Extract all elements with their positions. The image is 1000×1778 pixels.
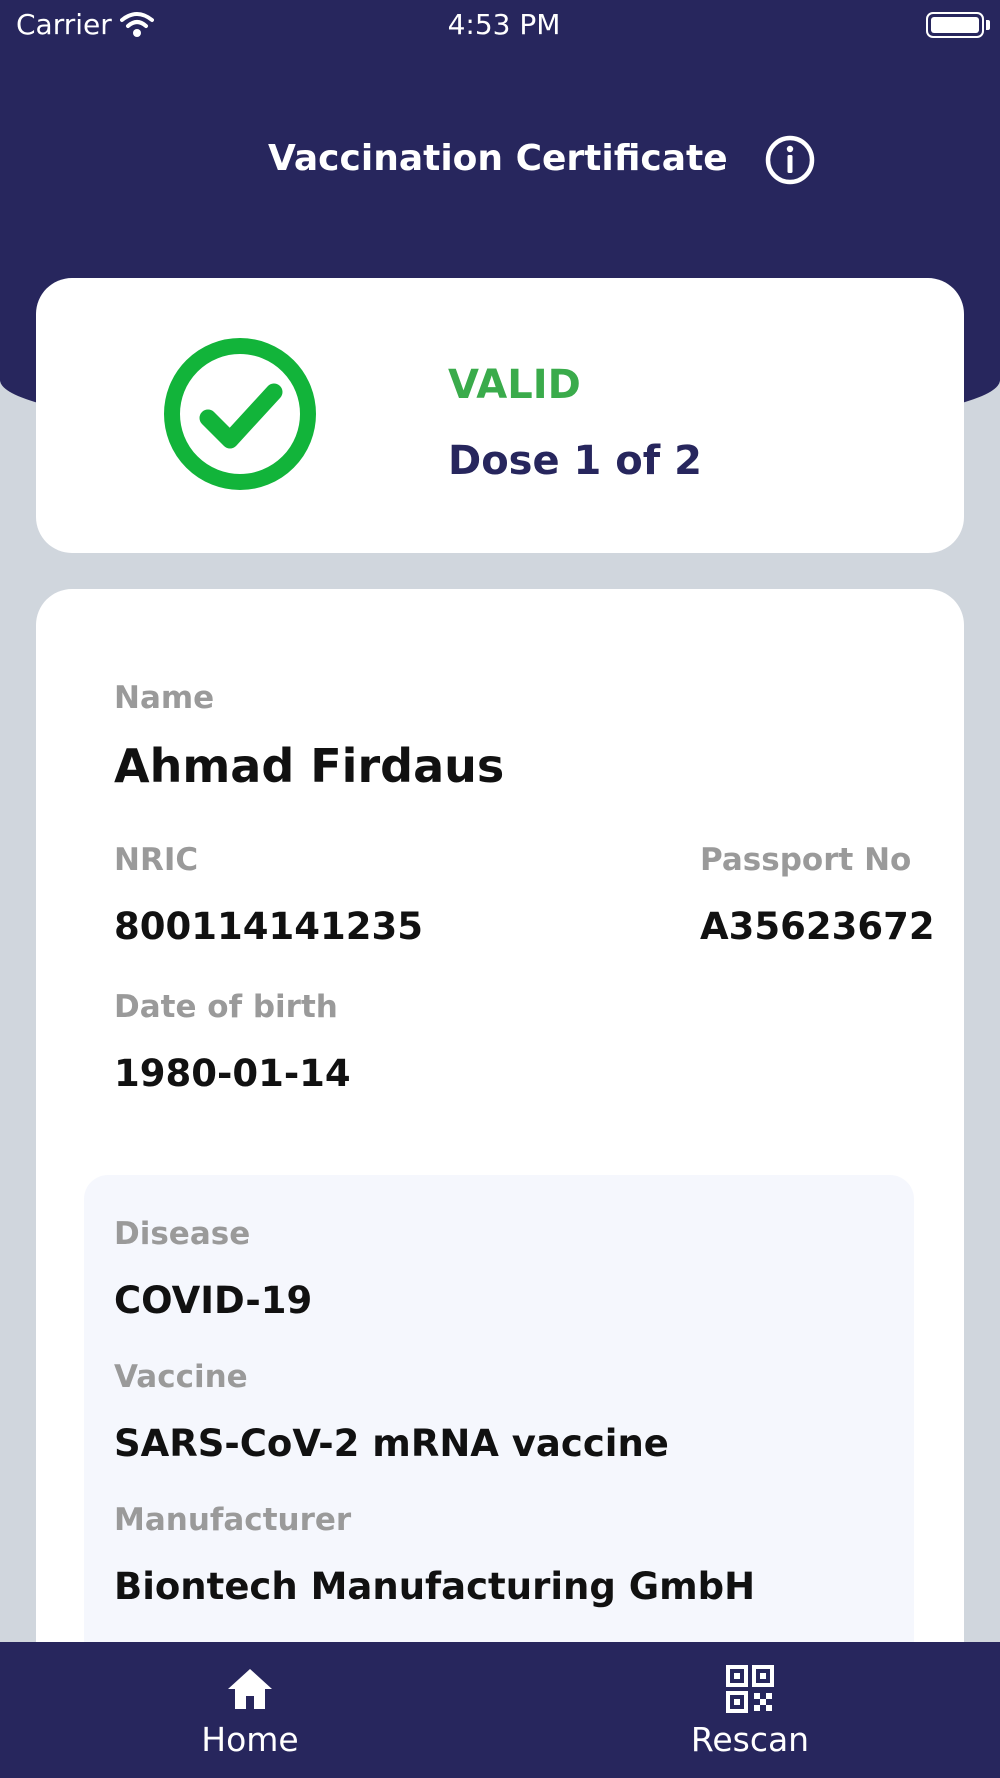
name-label: Name: [114, 680, 215, 716]
nric-value: 800114141235: [114, 905, 423, 948]
battery-icon: [926, 12, 984, 38]
validity-status: VALID: [448, 362, 581, 408]
page-title: Vaccination Certificate: [268, 138, 728, 179]
qr-code-icon: [726, 1665, 774, 1713]
vaccine-value: SARS-CoV-2 mRNA vaccine: [114, 1422, 669, 1465]
passport-value: A35623672: [700, 905, 935, 948]
dob-label: Date of birth: [114, 989, 338, 1025]
manufacturer-label: Manufacturer: [114, 1502, 352, 1538]
manufacturer-value: Biontech Manufacturing GmbH: [114, 1565, 756, 1608]
passport-label: Passport No: [700, 842, 912, 878]
nric-label: NRIC: [114, 842, 199, 878]
nav-home-label: Home: [201, 1720, 299, 1759]
nav-rescan-button[interactable]: Rescan: [625, 1642, 875, 1778]
disease-value: COVID-19: [114, 1279, 313, 1322]
battery-tip: [986, 20, 990, 30]
nav-rescan-label: Rescan: [690, 1720, 810, 1759]
vaccine-label: Vaccine: [114, 1359, 248, 1395]
check-circle-icon: [164, 338, 316, 490]
info-icon[interactable]: [764, 134, 816, 186]
bottom-navigation: Home Rescan: [0, 1642, 1000, 1778]
certificate-details-card: Name Ahmad Firdaus NRIC 800114141235 Pas…: [36, 589, 964, 1778]
home-icon: [228, 1669, 272, 1709]
status-bar: Carrier 4:53 PM: [0, 0, 1000, 50]
status-time: 4:53 PM: [447, 8, 561, 41]
dob-value: 1980-01-14: [114, 1052, 351, 1095]
validity-card: VALID Dose 1 of 2: [36, 278, 964, 553]
nav-home-button[interactable]: Home: [125, 1642, 375, 1778]
holder-name: Ahmad Firdaus: [114, 739, 505, 793]
disease-label: Disease: [114, 1216, 251, 1252]
dose-info: Dose 1 of 2: [448, 438, 702, 484]
